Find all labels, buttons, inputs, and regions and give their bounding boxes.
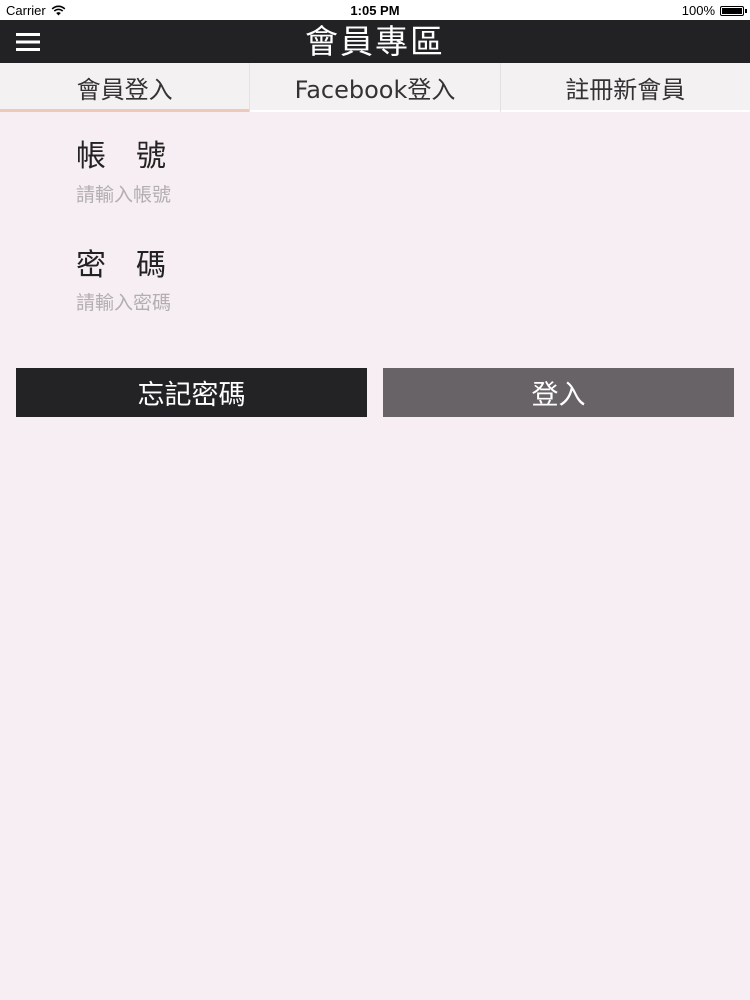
- tab-register[interactable]: 註冊新會員: [500, 63, 750, 112]
- battery-icon: [720, 5, 747, 16]
- status-time: 1:05 PM: [350, 3, 400, 18]
- status-bar: Carrier 1:05 PM 100%: [0, 0, 750, 20]
- nav-bar: 會員專區: [0, 20, 750, 63]
- password-input[interactable]: [76, 288, 676, 318]
- tab-member-login[interactable]: 會員登入: [0, 63, 251, 112]
- page-title: 會員專區: [305, 22, 445, 61]
- battery-percent: 100%: [681, 3, 715, 18]
- account-input[interactable]: [76, 180, 676, 210]
- tab-label: 會員登入: [76, 76, 173, 104]
- tab-facebook-login[interactable]: Facebook登入: [250, 63, 501, 112]
- status-right: 100%: [681, 3, 747, 18]
- forgot-password-button[interactable]: 忘記密碼: [16, 368, 367, 417]
- password-label: 密 碼: [76, 248, 166, 283]
- tab-bar: 會員登入 Facebook登入 註冊新會員: [0, 63, 750, 112]
- account-label: 帳 號: [76, 139, 166, 174]
- login-button[interactable]: 登入: [383, 368, 734, 417]
- tab-label: Facebook登入: [294, 76, 456, 104]
- tab-label: 註冊新會員: [565, 76, 686, 104]
